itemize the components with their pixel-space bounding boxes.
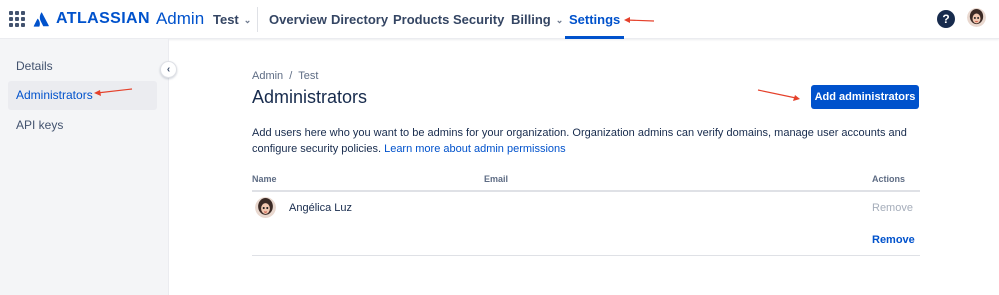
org-switcher[interactable]: Test ⌄: [213, 0, 251, 39]
column-header-actions: Actions: [872, 174, 906, 184]
add-administrators-button[interactable]: Add administrators: [811, 85, 919, 109]
app-switcher-icon[interactable]: [9, 11, 25, 27]
org-switcher-label: Test: [213, 12, 239, 27]
brand-name: ATLASSIAN: [56, 10, 150, 27]
admin-name: Angélica Luz: [289, 202, 352, 214]
annotation-arrow: [624, 17, 655, 23]
atlassian-admin-logo[interactable]: ATLASSIAN Admin: [33, 9, 204, 29]
annotation-arrow: [94, 88, 133, 96]
sidebar-item-details[interactable]: Details: [8, 52, 157, 81]
nav-billing[interactable]: Billing ⌄: [511, 0, 563, 39]
column-header-email: Email: [484, 174, 509, 184]
learn-more-link[interactable]: Learn more about admin permissions: [384, 143, 566, 155]
nav-billing-label: Billing: [511, 12, 551, 27]
sidebar-item-api-keys[interactable]: API keys: [8, 111, 157, 140]
column-header-name: Name: [252, 174, 277, 184]
breadcrumb-admin[interactable]: Admin: [252, 70, 283, 82]
remove-button[interactable]: Remove: [872, 234, 915, 246]
nav-security[interactable]: Security: [453, 0, 504, 39]
sidebar-collapse-button[interactable]: ‹: [160, 61, 177, 78]
remove-button-disabled: Remove: [872, 202, 913, 214]
nav-directory[interactable]: Directory: [331, 0, 388, 39]
page-title: Administrators: [252, 87, 368, 107]
product-name: Admin: [155, 9, 205, 28]
nav-divider: [257, 7, 258, 32]
table-header-divider: [252, 190, 920, 192]
nav-overview[interactable]: Overview: [269, 0, 327, 39]
page-description: Add users here who you want to be admins…: [252, 125, 912, 157]
atlassian-logo-icon: [33, 11, 49, 27]
sidebar-item-administrators[interactable]: Administrators: [8, 81, 157, 110]
description-text: Add users here who you want to be admins…: [252, 127, 907, 155]
top-navigation-bar: ATLASSIAN Admin Test ⌄ Overview Directory…: [0, 0, 999, 39]
breadcrumb-test[interactable]: Test: [298, 70, 318, 82]
breadcrumb-separator: /: [289, 70, 293, 82]
nav-products[interactable]: Products: [393, 0, 449, 39]
nav-settings[interactable]: Settings: [564, 0, 625, 39]
breadcrumb: Admin / Test: [252, 70, 318, 82]
user-avatar[interactable]: [967, 8, 986, 27]
chevron-down-icon: ⌄: [555, 15, 564, 25]
table-bottom-divider: [252, 255, 920, 256]
help-icon[interactable]: ?: [937, 10, 955, 28]
avatar: [255, 197, 276, 218]
chevron-down-icon: ⌄: [243, 15, 252, 25]
sidebar: Details Administrators API keys: [0, 39, 169, 295]
annotation-arrow: [757, 89, 800, 101]
